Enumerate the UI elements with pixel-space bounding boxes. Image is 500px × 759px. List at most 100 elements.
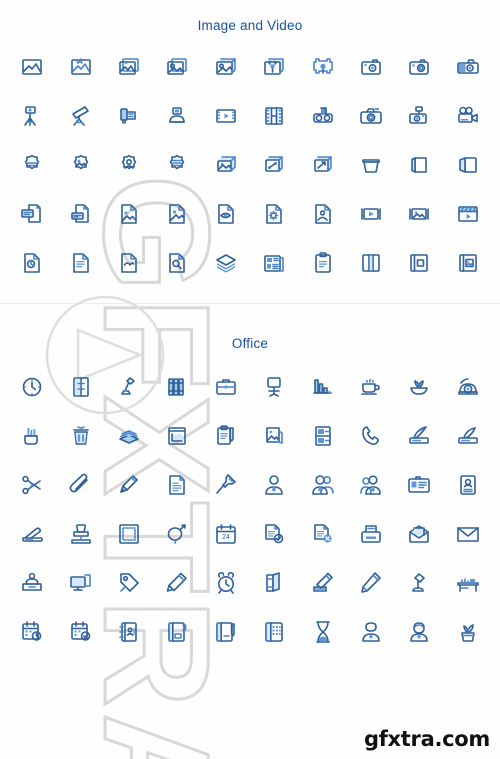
icon-scanner-photo[interactable] [63,196,99,232]
icon-plant-pot-seedling[interactable] [450,614,486,650]
icon-stapler[interactable] [14,516,50,552]
icon-document-approved[interactable] [256,516,292,552]
icon-photo-printer[interactable] [159,98,195,134]
icon-clipboard-pen[interactable] [208,418,244,454]
icon-coffee-cup[interactable] [353,369,389,405]
icon-bar-chart-desk[interactable] [305,369,341,405]
icon-fax-machine[interactable] [401,418,437,454]
icon-people-pair[interactable] [353,467,389,503]
icon-calendar-check[interactable] [63,614,99,650]
icon-book-binders[interactable] [159,369,195,405]
icon-projector[interactable] [305,98,341,134]
icon-camera-tripod[interactable] [14,98,50,134]
icon-hourglass[interactable] [305,614,341,650]
icon-film-reel-strip[interactable] [256,98,292,134]
icon-file-aperture[interactable] [14,245,50,281]
icon-team-group[interactable] [305,467,341,503]
icon-photo-frame-square[interactable] [111,516,147,552]
icon-photo-edit-star[interactable] [63,49,99,85]
icon-highlighter-marker[interactable] [159,565,195,601]
icon-filing-cabinet[interactable] [63,369,99,405]
icon-camera-flash[interactable] [401,98,437,134]
icon-notebook-pencil[interactable] [208,614,244,650]
icon-photo-frame-scallop[interactable] [14,147,50,183]
icon-office-chair[interactable] [256,369,292,405]
icon-camera-film[interactable] [450,49,486,85]
icon-printer-photo[interactable] [14,196,50,232]
icon-open-envelope-mail[interactable] [401,516,437,552]
icon-balloon-tag[interactable] [159,516,195,552]
icon-telescope-tripod[interactable] [63,98,99,134]
icon-plant-bowl[interactable] [401,369,437,405]
icon-photo-scallop-image[interactable] [63,147,99,183]
icon-paperclip[interactable] [63,467,99,503]
icon-businessman[interactable] [256,467,292,503]
icon-book-image-cover[interactable] [450,245,486,281]
icon-calendar-24[interactable]: 24 [208,516,244,552]
icon-file-image[interactable] [111,196,147,232]
icon-video-frame-play[interactable] [353,196,389,232]
icon-photo-stack-sun[interactable] [159,49,195,85]
icon-bucket[interactable] [353,147,389,183]
icon-film-strip-play[interactable] [208,98,244,134]
icon-desk-lamp[interactable] [111,369,147,405]
icon-file-signature[interactable] [111,245,147,281]
icon-file-eye[interactable] [208,196,244,232]
icon-alarm-clock[interactable] [208,565,244,601]
icon-calendar-clock[interactable] [14,614,50,650]
icon-pen-nib[interactable] [111,467,147,503]
icon-desk-lamp-small[interactable] [401,565,437,601]
icon-briefcase[interactable] [208,369,244,405]
icon-panel-flip[interactable] [450,147,486,183]
icon-document-rejected[interactable] [305,516,341,552]
icon-clipboard-text[interactable] [305,245,341,281]
icon-contact-book[interactable] [111,614,147,650]
icon-file-image-portrait[interactable] [159,196,195,232]
icon-picture-frame-easel[interactable] [256,418,292,454]
icon-photo-stack-flower[interactable] [256,49,292,85]
icon-video-camera-retro[interactable] [450,98,486,134]
icon-office-desk[interactable] [450,565,486,601]
icon-clapper-play[interactable] [450,196,486,232]
icon-pencil-ruler[interactable] [305,565,341,601]
icon-video-frame-image[interactable] [401,196,437,232]
icon-photo-cube-expand[interactable] [305,147,341,183]
icon-bookshelf-cabinet[interactable] [305,418,341,454]
icon-photo-scallop-text[interactable] [159,147,195,183]
icon-phone-handset[interactable] [353,418,389,454]
icon-photo-stack-isometric[interactable] [208,147,244,183]
icon-camera-compact[interactable] [401,49,437,85]
icon-camera-vintage[interactable] [353,49,389,85]
icon-file-tray[interactable] [353,516,389,552]
icon-book-open-spine[interactable] [353,245,389,281]
icon-camera-dslr[interactable] [353,98,389,134]
icon-photo-scallop-portrait[interactable] [111,147,147,183]
icon-rubber-stamp[interactable] [63,516,99,552]
icon-file-portrait-image[interactable] [305,196,341,232]
icon-id-card-portrait[interactable] [450,467,486,503]
icon-pencil[interactable] [353,565,389,601]
icon-paper-stack[interactable] [111,418,147,454]
icon-document-lines[interactable] [159,467,195,503]
icon-businessman-tie[interactable] [353,614,389,650]
icon-photo-stack-star[interactable] [111,49,147,85]
icon-label-tag[interactable] [111,565,147,601]
icon-book-square-cover[interactable] [401,245,437,281]
icon-desktop-monitor[interactable] [63,565,99,601]
icon-id-card-badge[interactable] [401,467,437,503]
icon-newspaper-layout[interactable] [256,245,292,281]
icon-photo-settings-frame[interactable] [305,49,341,85]
icon-file-text-lines[interactable] [63,245,99,281]
icon-film-roll-hand[interactable] [111,98,147,134]
icon-photo-stack-3d[interactable] [208,49,244,85]
icon-rotary-telephone[interactable] [450,369,486,405]
icon-photo-cube-resize[interactable] [256,147,292,183]
icon-office-phone[interactable] [256,614,292,650]
icon-reception-desk-bell[interactable] [14,565,50,601]
icon-photo-landscape[interactable] [14,49,50,85]
icon-scissors[interactable] [14,467,50,503]
icon-layers-stack[interactable] [208,245,244,281]
icon-pen-holder[interactable] [14,418,50,454]
icon-book-open-flat[interactable] [159,418,195,454]
icon-book-binders-pair[interactable] [256,565,292,601]
